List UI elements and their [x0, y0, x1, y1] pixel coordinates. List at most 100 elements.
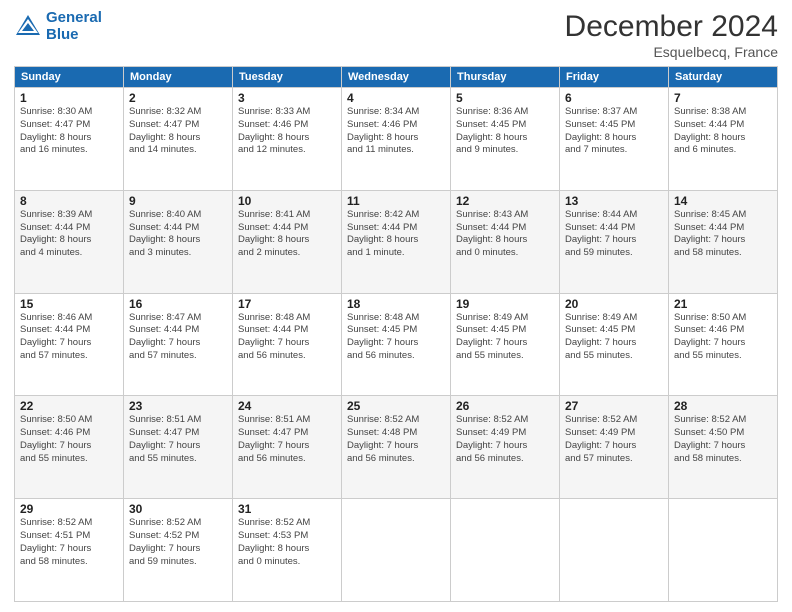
calendar-cell [669, 499, 778, 602]
calendar-cell: 2Sunrise: 8:32 AM Sunset: 4:47 PM Daylig… [124, 88, 233, 191]
calendar-cell: 23Sunrise: 8:51 AM Sunset: 4:47 PM Dayli… [124, 396, 233, 499]
day-number: 4 [347, 91, 445, 105]
calendar-cell: 13Sunrise: 8:44 AM Sunset: 4:44 PM Dayli… [560, 190, 669, 293]
day-info: Sunrise: 8:45 AM Sunset: 4:44 PM Dayligh… [674, 209, 772, 260]
day-info: Sunrise: 8:33 AM Sunset: 4:46 PM Dayligh… [238, 106, 336, 157]
day-info: Sunrise: 8:41 AM Sunset: 4:44 PM Dayligh… [238, 209, 336, 260]
day-number: 22 [20, 399, 118, 413]
weekday-header-friday: Friday [560, 67, 669, 88]
calendar-cell: 15Sunrise: 8:46 AM Sunset: 4:44 PM Dayli… [15, 293, 124, 396]
day-number: 15 [20, 297, 118, 311]
day-number: 9 [129, 194, 227, 208]
logo-text: General Blue [46, 10, 102, 43]
day-number: 2 [129, 91, 227, 105]
day-number: 28 [674, 399, 772, 413]
day-info: Sunrise: 8:50 AM Sunset: 4:46 PM Dayligh… [20, 414, 118, 465]
day-number: 11 [347, 194, 445, 208]
day-info: Sunrise: 8:48 AM Sunset: 4:45 PM Dayligh… [347, 312, 445, 363]
day-info: Sunrise: 8:51 AM Sunset: 4:47 PM Dayligh… [238, 414, 336, 465]
calendar-cell: 18Sunrise: 8:48 AM Sunset: 4:45 PM Dayli… [342, 293, 451, 396]
calendar-cell: 9Sunrise: 8:40 AM Sunset: 4:44 PM Daylig… [124, 190, 233, 293]
calendar-cell [560, 499, 669, 602]
day-number: 19 [456, 297, 554, 311]
calendar-cell: 7Sunrise: 8:38 AM Sunset: 4:44 PM Daylig… [669, 88, 778, 191]
day-info: Sunrise: 8:50 AM Sunset: 4:46 PM Dayligh… [674, 312, 772, 363]
day-number: 8 [20, 194, 118, 208]
calendar-cell: 3Sunrise: 8:33 AM Sunset: 4:46 PM Daylig… [233, 88, 342, 191]
title-block: December 2024 Esquelbecq, France [565, 10, 778, 60]
day-number: 10 [238, 194, 336, 208]
weekday-header-wednesday: Wednesday [342, 67, 451, 88]
day-info: Sunrise: 8:38 AM Sunset: 4:44 PM Dayligh… [674, 106, 772, 157]
calendar-cell: 31Sunrise: 8:52 AM Sunset: 4:53 PM Dayli… [233, 499, 342, 602]
calendar-cell: 30Sunrise: 8:52 AM Sunset: 4:52 PM Dayli… [124, 499, 233, 602]
day-number: 30 [129, 502, 227, 516]
calendar-cell: 17Sunrise: 8:48 AM Sunset: 4:44 PM Dayli… [233, 293, 342, 396]
calendar-cell: 6Sunrise: 8:37 AM Sunset: 4:45 PM Daylig… [560, 88, 669, 191]
day-number: 21 [674, 297, 772, 311]
calendar-cell: 22Sunrise: 8:50 AM Sunset: 4:46 PM Dayli… [15, 396, 124, 499]
day-info: Sunrise: 8:52 AM Sunset: 4:53 PM Dayligh… [238, 517, 336, 568]
day-info: Sunrise: 8:44 AM Sunset: 4:44 PM Dayligh… [565, 209, 663, 260]
calendar-cell: 8Sunrise: 8:39 AM Sunset: 4:44 PM Daylig… [15, 190, 124, 293]
day-info: Sunrise: 8:51 AM Sunset: 4:47 PM Dayligh… [129, 414, 227, 465]
calendar-cell: 5Sunrise: 8:36 AM Sunset: 4:45 PM Daylig… [451, 88, 560, 191]
day-info: Sunrise: 8:43 AM Sunset: 4:44 PM Dayligh… [456, 209, 554, 260]
calendar-cell: 24Sunrise: 8:51 AM Sunset: 4:47 PM Dayli… [233, 396, 342, 499]
day-number: 24 [238, 399, 336, 413]
calendar-cell: 14Sunrise: 8:45 AM Sunset: 4:44 PM Dayli… [669, 190, 778, 293]
weekday-header-thursday: Thursday [451, 67, 560, 88]
day-number: 17 [238, 297, 336, 311]
day-number: 18 [347, 297, 445, 311]
day-info: Sunrise: 8:52 AM Sunset: 4:48 PM Dayligh… [347, 414, 445, 465]
calendar-cell: 29Sunrise: 8:52 AM Sunset: 4:51 PM Dayli… [15, 499, 124, 602]
calendar-cell [451, 499, 560, 602]
day-info: Sunrise: 8:32 AM Sunset: 4:47 PM Dayligh… [129, 106, 227, 157]
day-info: Sunrise: 8:46 AM Sunset: 4:44 PM Dayligh… [20, 312, 118, 363]
calendar-cell: 25Sunrise: 8:52 AM Sunset: 4:48 PM Dayli… [342, 396, 451, 499]
weekday-header-sunday: Sunday [15, 67, 124, 88]
day-info: Sunrise: 8:52 AM Sunset: 4:49 PM Dayligh… [565, 414, 663, 465]
day-number: 23 [129, 399, 227, 413]
day-info: Sunrise: 8:30 AM Sunset: 4:47 PM Dayligh… [20, 106, 118, 157]
weekday-header-tuesday: Tuesday [233, 67, 342, 88]
day-info: Sunrise: 8:52 AM Sunset: 4:50 PM Dayligh… [674, 414, 772, 465]
calendar-cell: 20Sunrise: 8:49 AM Sunset: 4:45 PM Dayli… [560, 293, 669, 396]
day-info: Sunrise: 8:34 AM Sunset: 4:46 PM Dayligh… [347, 106, 445, 157]
day-number: 7 [674, 91, 772, 105]
day-info: Sunrise: 8:42 AM Sunset: 4:44 PM Dayligh… [347, 209, 445, 260]
weekday-header-monday: Monday [124, 67, 233, 88]
day-number: 14 [674, 194, 772, 208]
day-number: 31 [238, 502, 336, 516]
weekday-header-saturday: Saturday [669, 67, 778, 88]
day-number: 16 [129, 297, 227, 311]
day-number: 5 [456, 91, 554, 105]
calendar-table: SundayMondayTuesdayWednesdayThursdayFrid… [14, 66, 778, 602]
day-info: Sunrise: 8:36 AM Sunset: 4:45 PM Dayligh… [456, 106, 554, 157]
calendar-cell: 4Sunrise: 8:34 AM Sunset: 4:46 PM Daylig… [342, 88, 451, 191]
day-number: 3 [238, 91, 336, 105]
calendar-cell: 10Sunrise: 8:41 AM Sunset: 4:44 PM Dayli… [233, 190, 342, 293]
day-info: Sunrise: 8:52 AM Sunset: 4:49 PM Dayligh… [456, 414, 554, 465]
calendar-cell: 12Sunrise: 8:43 AM Sunset: 4:44 PM Dayli… [451, 190, 560, 293]
day-number: 1 [20, 91, 118, 105]
day-number: 12 [456, 194, 554, 208]
day-info: Sunrise: 8:37 AM Sunset: 4:45 PM Dayligh… [565, 106, 663, 157]
day-info: Sunrise: 8:49 AM Sunset: 4:45 PM Dayligh… [565, 312, 663, 363]
day-number: 13 [565, 194, 663, 208]
calendar-cell: 1Sunrise: 8:30 AM Sunset: 4:47 PM Daylig… [15, 88, 124, 191]
day-number: 20 [565, 297, 663, 311]
calendar-cell: 21Sunrise: 8:50 AM Sunset: 4:46 PM Dayli… [669, 293, 778, 396]
calendar-cell [342, 499, 451, 602]
day-info: Sunrise: 8:47 AM Sunset: 4:44 PM Dayligh… [129, 312, 227, 363]
day-number: 25 [347, 399, 445, 413]
calendar-cell: 16Sunrise: 8:47 AM Sunset: 4:44 PM Dayli… [124, 293, 233, 396]
day-info: Sunrise: 8:48 AM Sunset: 4:44 PM Dayligh… [238, 312, 336, 363]
main-title: December 2024 [565, 10, 778, 44]
day-info: Sunrise: 8:40 AM Sunset: 4:44 PM Dayligh… [129, 209, 227, 260]
day-info: Sunrise: 8:49 AM Sunset: 4:45 PM Dayligh… [456, 312, 554, 363]
calendar-cell: 27Sunrise: 8:52 AM Sunset: 4:49 PM Dayli… [560, 396, 669, 499]
day-info: Sunrise: 8:52 AM Sunset: 4:52 PM Dayligh… [129, 517, 227, 568]
day-info: Sunrise: 8:52 AM Sunset: 4:51 PM Dayligh… [20, 517, 118, 568]
header: General Blue December 2024 Esquelbecq, F… [14, 10, 778, 60]
